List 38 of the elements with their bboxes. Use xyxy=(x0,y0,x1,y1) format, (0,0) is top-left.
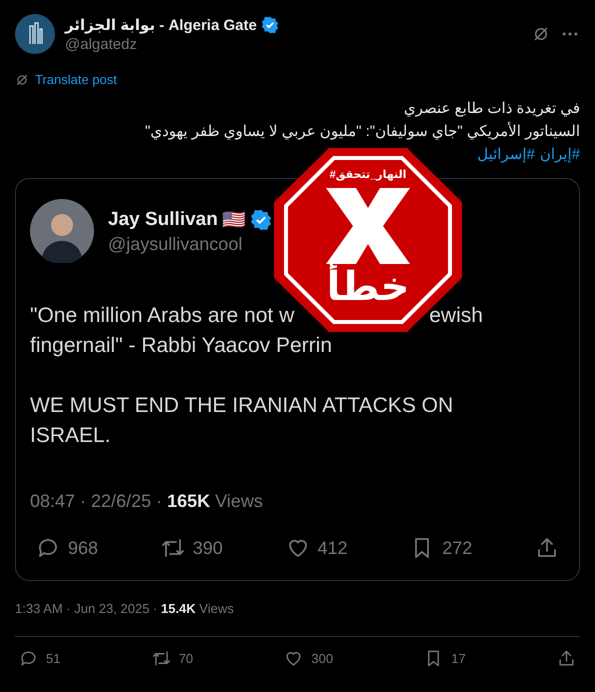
action-count: 300 xyxy=(311,651,334,666)
quoted-timestamp: 08:47 · 22/6/25 · 165K Views xyxy=(30,491,264,512)
author-handle[interactable]: @algatedz xyxy=(65,36,522,52)
reply-icon[interactable] xyxy=(36,536,60,560)
author-name[interactable]: بوابة الجزائر - Algeria Gate xyxy=(65,16,257,34)
flag-emoji: 🇺🇸 xyxy=(222,208,246,232)
action-count: 17 xyxy=(451,651,466,666)
translate-link[interactable]: Translate post xyxy=(35,72,117,87)
slashed-circle-icon[interactable] xyxy=(532,25,550,43)
repost-icon[interactable] xyxy=(160,536,185,560)
repost-icon[interactable] xyxy=(152,649,171,668)
slashed-circle-icon xyxy=(15,72,29,86)
action-count: 272 xyxy=(442,538,472,558)
action-count: 51 xyxy=(46,651,60,666)
stamp-hashtag: #النهار_تتحقق xyxy=(328,168,408,182)
action-count: 390 xyxy=(192,538,223,558)
heart-icon[interactable] xyxy=(284,649,304,668)
quote-text: fingernail" - Rabbi Yaacov Perrin xyxy=(30,333,333,359)
x-mark-icon xyxy=(326,188,410,264)
quoted-author-handle: @jaysullivancool xyxy=(108,234,244,254)
quote-text: ewish xyxy=(429,303,483,329)
verdict-label: خطأ xyxy=(326,264,410,310)
reply-icon[interactable] xyxy=(19,649,38,668)
quote-text: "One million Arabs are not w xyxy=(30,303,294,329)
quoted-body: WE MUST END THE IRANIAN ATTACKS ON ISRAEL. xyxy=(30,393,454,449)
post-text: في تغريدة ذات طابع عنصري xyxy=(402,99,580,119)
action-count: 70 xyxy=(178,651,194,666)
hashtag-link[interactable]: #إسرائيل xyxy=(477,143,535,166)
post-timestamp: 1:33 AM · Jun 23, 2025 · 15.4K Views xyxy=(15,601,235,616)
share-icon[interactable] xyxy=(535,536,559,560)
hashtag-link[interactable]: #إيران xyxy=(540,143,580,166)
share-icon[interactable] xyxy=(556,649,576,668)
avatar xyxy=(30,199,94,263)
action-count: 412 xyxy=(318,538,348,558)
channel-avatar[interactable] xyxy=(15,14,55,54)
post-text: السيناتور الأمريكي "جاي سوليفان": "مليون عربي لا يساوي ظفر يهودي" xyxy=(144,120,580,142)
action-count: 968 xyxy=(68,538,98,558)
quoted-author-name: Jay Sullivan xyxy=(108,208,218,230)
